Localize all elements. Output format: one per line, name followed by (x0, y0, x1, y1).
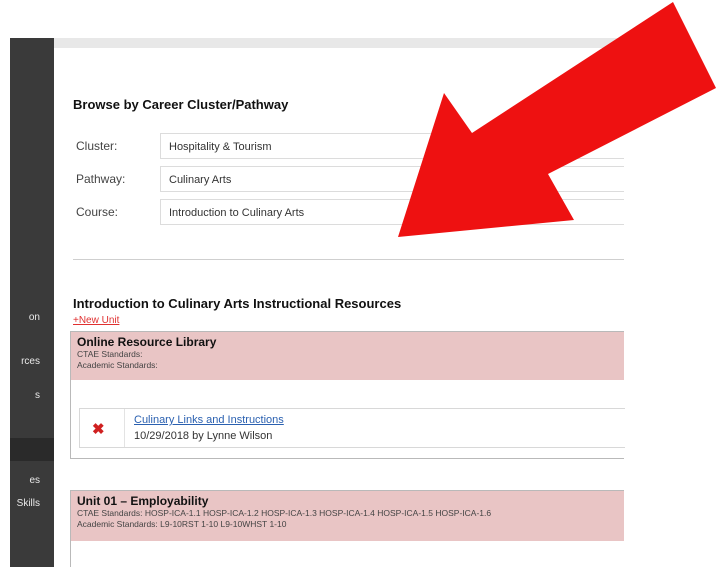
arrow-shape (398, 2, 716, 237)
red-arrow-icon (398, 2, 716, 237)
